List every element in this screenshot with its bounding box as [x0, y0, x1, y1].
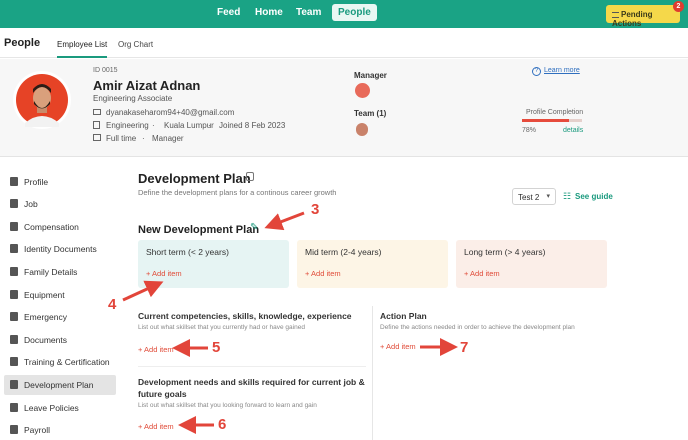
annotation-arrows — [122, 211, 458, 434]
arrow-3 — [264, 211, 305, 231]
annotation-7: 7 — [460, 339, 469, 356]
annotation-5: 5 — [212, 339, 221, 356]
annotation-4: 4 — [108, 296, 117, 313]
arrow-4 — [122, 280, 164, 302]
annotation-3: 3 — [311, 201, 320, 218]
annotation-6: 6 — [218, 416, 227, 433]
